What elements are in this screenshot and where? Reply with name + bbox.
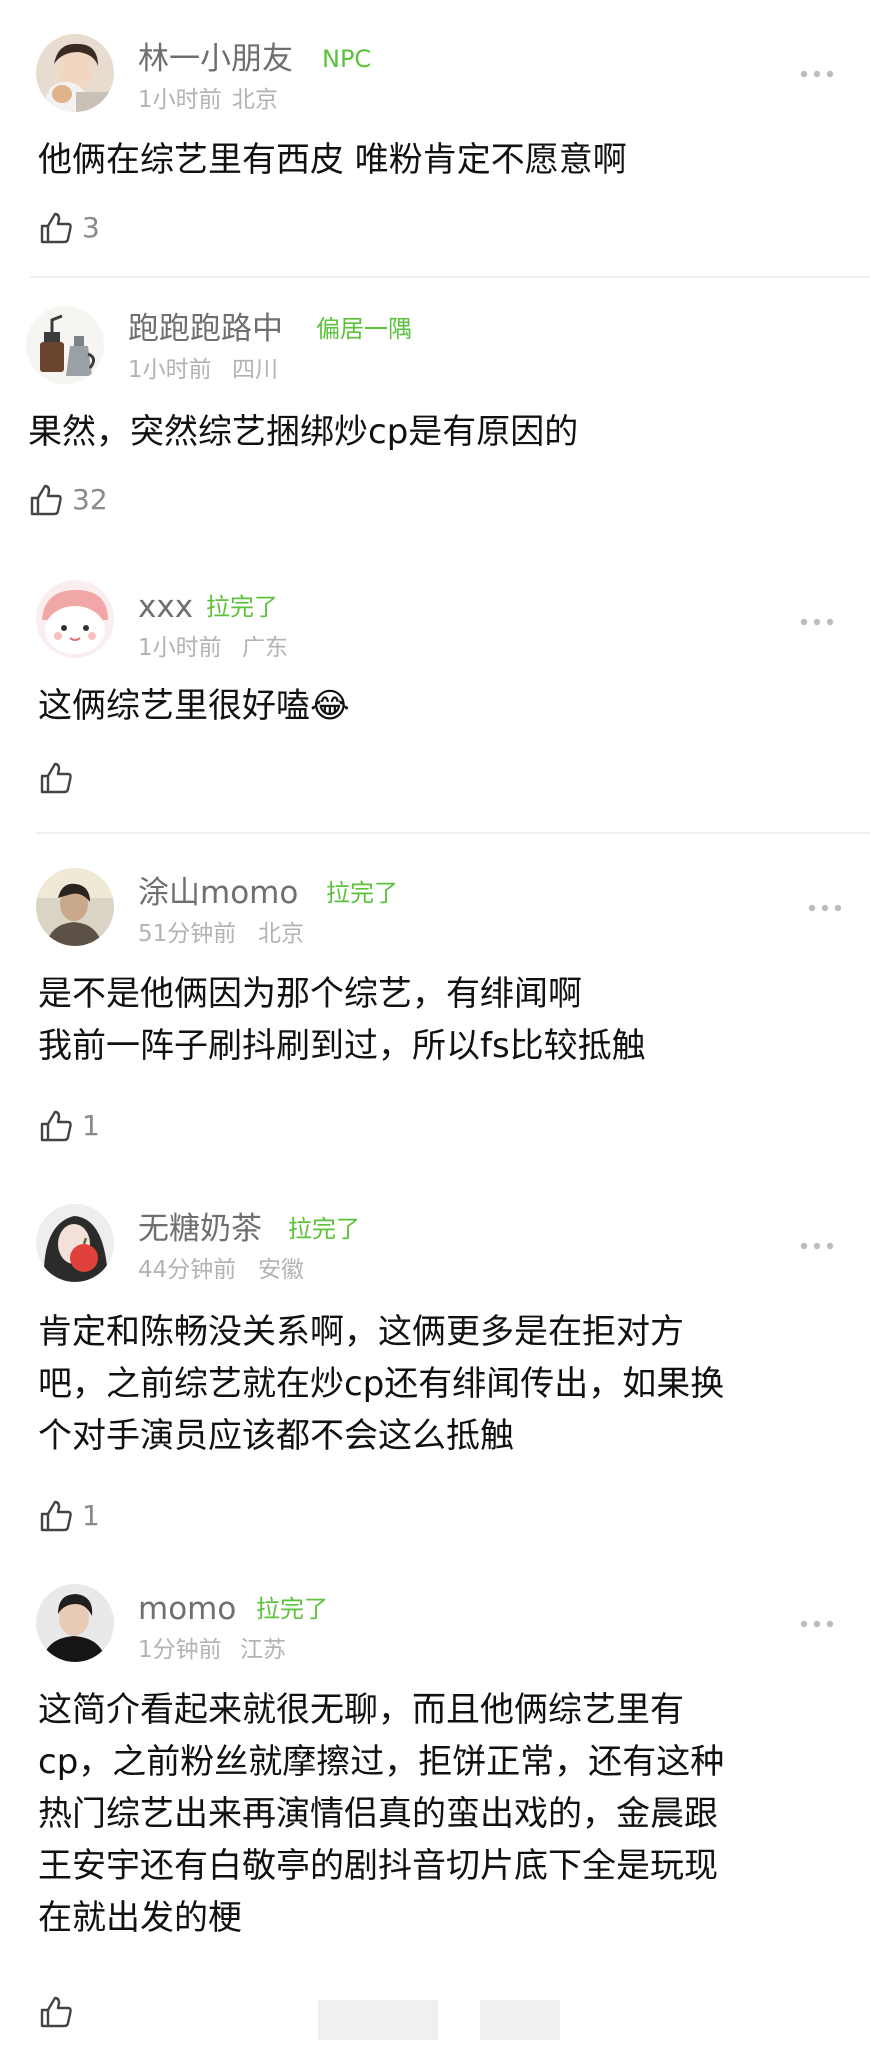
thumbs-up-icon <box>40 1110 72 1142</box>
user-tag: 拉完了 <box>288 1215 360 1243</box>
thumbs-up-icon <box>30 484 62 516</box>
comment-location: 江苏 <box>240 1637 286 1663</box>
like-count: 1 <box>82 1499 100 1532</box>
like-button[interactable] <box>38 1990 82 2034</box>
comment-time: 51分钟前 <box>138 921 237 947</box>
avatar[interactable] <box>26 306 104 384</box>
like-button[interactable]: 32 <box>28 478 108 522</box>
comment-location: 北京 <box>232 87 278 113</box>
user-tag: NPC <box>322 45 372 73</box>
comment-location: 四川 <box>232 357 278 383</box>
content-line: 热门综艺出来再演情侣真的蛮出戏的，金晨跟 <box>38 1794 718 1834</box>
comment-location: 广东 <box>242 635 288 661</box>
comment-content: 他俩在综艺里有西皮 唯粉肯定不愿意啊 <box>38 134 627 186</box>
avatar-cute-cartoon-icon <box>36 580 114 658</box>
more-dots-icon[interactable] <box>798 1236 838 1256</box>
avatar-boy-with-cat-icon <box>36 34 114 112</box>
comment-content: 是不是他俩因为那个综艺，有绯闻啊 我前一阵子刷抖刷到过，所以fs比较抵触 <box>38 968 646 1072</box>
content-line: 这简介看起来就很无聊，而且他俩综艺里有 <box>38 1690 684 1730</box>
content-line: 我前一阵子刷抖刷到过，所以fs比较抵触 <box>38 1026 646 1066</box>
avatar[interactable] <box>36 868 114 946</box>
comment-time: 1小时前 <box>138 87 222 113</box>
avatar[interactable] <box>36 34 114 112</box>
username[interactable]: 无糖奶茶 <box>138 1210 262 1248</box>
comment-time: 1小时前 <box>138 635 222 661</box>
comment-content: 果然，突然综艺捆绑炒cp是有原因的 <box>28 406 578 458</box>
username[interactable]: 跑跑跑路中 <box>128 310 283 348</box>
content-line: 肯定和陈畅没关系啊，这俩更多是在拒对方 <box>38 1312 684 1352</box>
avatar-girl-with-apple-icon <box>36 1204 114 1282</box>
comment-content: 肯定和陈畅没关系啊，这俩更多是在拒对方 吧，之前综艺就在炒cp还有绯闻传出，如果… <box>38 1306 724 1462</box>
thumbs-up-icon <box>40 212 72 244</box>
comment-time: 1分钟前 <box>138 1637 222 1663</box>
thumbs-up-icon <box>40 1500 72 1532</box>
like-count: 1 <box>82 1109 100 1142</box>
like-count: 32 <box>72 483 108 516</box>
like-button[interactable]: 1 <box>38 1494 100 1538</box>
avatar[interactable] <box>36 1204 114 1282</box>
content-line: 吧，之前综艺就在炒cp还有绯闻传出，如果换 <box>38 1364 725 1404</box>
content-line: 是不是他俩因为那个综艺，有绯闻啊 <box>38 974 582 1014</box>
thumbs-up-icon <box>40 1996 72 2028</box>
avatar-coffee-grinder-icon <box>26 306 104 384</box>
like-button[interactable]: 3 <box>38 206 100 250</box>
username[interactable]: 林一小朋友 <box>138 40 293 78</box>
comment-content: 这俩综艺里很好嗑😂 <box>38 680 350 732</box>
more-dots-icon[interactable] <box>798 612 838 632</box>
content-line: 在就出发的梗 <box>38 1898 242 1938</box>
comment-location: 北京 <box>258 921 304 947</box>
content-line: 他俩在综艺里有西皮 唯粉肯定不愿意啊 <box>38 140 627 180</box>
user-tag: 偏居一隅 <box>316 315 412 343</box>
like-button[interactable] <box>38 756 82 800</box>
avatar-man-portrait-icon <box>36 1584 114 1662</box>
more-dots-icon[interactable] <box>798 64 838 84</box>
user-tag: 拉完了 <box>256 1595 328 1623</box>
content-line: 王安宇还有白敬亭的剧抖音切片底下全是玩现 <box>38 1846 718 1886</box>
username[interactable]: momo <box>138 1590 236 1628</box>
username[interactable]: 涂山momo <box>138 874 298 912</box>
comment-location: 安徽 <box>258 1257 304 1283</box>
content-line: cp，之前粉丝就摩擦过，拒饼正常，还有这种 <box>38 1742 725 1782</box>
blurred-area <box>480 2000 560 2040</box>
avatar[interactable] <box>36 1584 114 1662</box>
more-dots-icon[interactable] <box>806 898 846 918</box>
like-count: 3 <box>82 211 100 244</box>
comment-time: 44分钟前 <box>138 1257 237 1283</box>
username[interactable]: xxx <box>138 588 193 626</box>
comment-time: 1小时前 <box>128 357 212 383</box>
user-tag: 拉完了 <box>326 879 398 907</box>
like-button[interactable]: 1 <box>38 1104 100 1148</box>
content-line: 个对手演员应该都不会这么抵触 <box>38 1416 514 1456</box>
avatar-person-photo-icon <box>36 868 114 946</box>
thumbs-up-icon <box>40 762 72 794</box>
content-line: 果然，突然综艺捆绑炒cp是有原因的 <box>28 412 579 452</box>
content-line: 这俩综艺里很好嗑😂 <box>38 686 350 726</box>
divider <box>36 832 870 834</box>
avatar[interactable] <box>36 580 114 658</box>
user-tag: 拉完了 <box>206 593 278 621</box>
more-dots-icon[interactable] <box>798 1614 838 1634</box>
blurred-area <box>318 2000 438 2040</box>
comment-content: 这简介看起来就很无聊，而且他俩综艺里有 cp，之前粉丝就摩擦过，拒饼正常，还有这… <box>38 1684 724 1944</box>
divider <box>30 276 870 278</box>
